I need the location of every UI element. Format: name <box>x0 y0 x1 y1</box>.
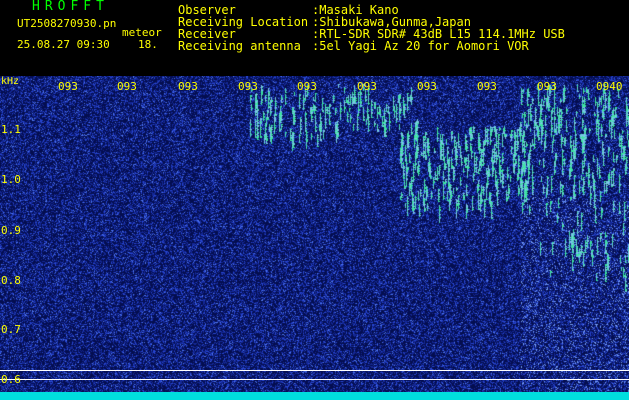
spectrogram-panel <box>0 76 629 400</box>
y-tick-label: 0.9 <box>1 224 21 237</box>
y-tick-label: 1.1 <box>1 123 21 136</box>
detection-count: 18. <box>138 38 158 51</box>
info-label: Receiving antenna <box>178 39 301 53</box>
y-tick-label: 0.6 <box>1 373 21 386</box>
hrofft-window: HROFFT UT2508270930.pn meteor 25.08.27 0… <box>0 0 629 400</box>
y-tick-label: 0.8 <box>1 274 21 287</box>
time-tick-label: 093 <box>178 80 198 93</box>
baseline-band <box>0 392 629 400</box>
app-title: HROFFT <box>32 0 109 14</box>
y-tick-label: 0.7 <box>1 323 21 336</box>
info-row-antenna: Receiving antenna :5el Yagi Az 20 for Aom… <box>178 40 565 52</box>
time-tick-label: 093 <box>477 80 497 93</box>
station-info: Observer:Masaki Kano Receiving Location:… <box>178 4 565 52</box>
time-tick-label: 093 <box>117 80 137 93</box>
time-tick-label: 093 <box>417 80 437 93</box>
time-tick-label: 093 <box>238 80 258 93</box>
file-name: UT2508270930.pn <box>17 17 117 30</box>
timestamp: 25.08.27 09:30 <box>17 38 110 51</box>
y-axis-unit: kHz <box>1 76 20 87</box>
y-tick-label: 1.0 <box>1 173 21 186</box>
info-value: :5el Yagi Az 20 for Aomori VOR <box>312 39 529 53</box>
time-tick-label: 093 <box>537 80 557 93</box>
time-tick-label: 093 <box>297 80 317 93</box>
spectrogram-image <box>0 76 629 400</box>
time-tick-label: 093 <box>357 80 377 93</box>
reference-line <box>0 379 629 380</box>
reference-line <box>0 370 629 371</box>
time-tick-label: 0940 <box>596 80 623 93</box>
time-tick-label: 093 <box>58 80 78 93</box>
